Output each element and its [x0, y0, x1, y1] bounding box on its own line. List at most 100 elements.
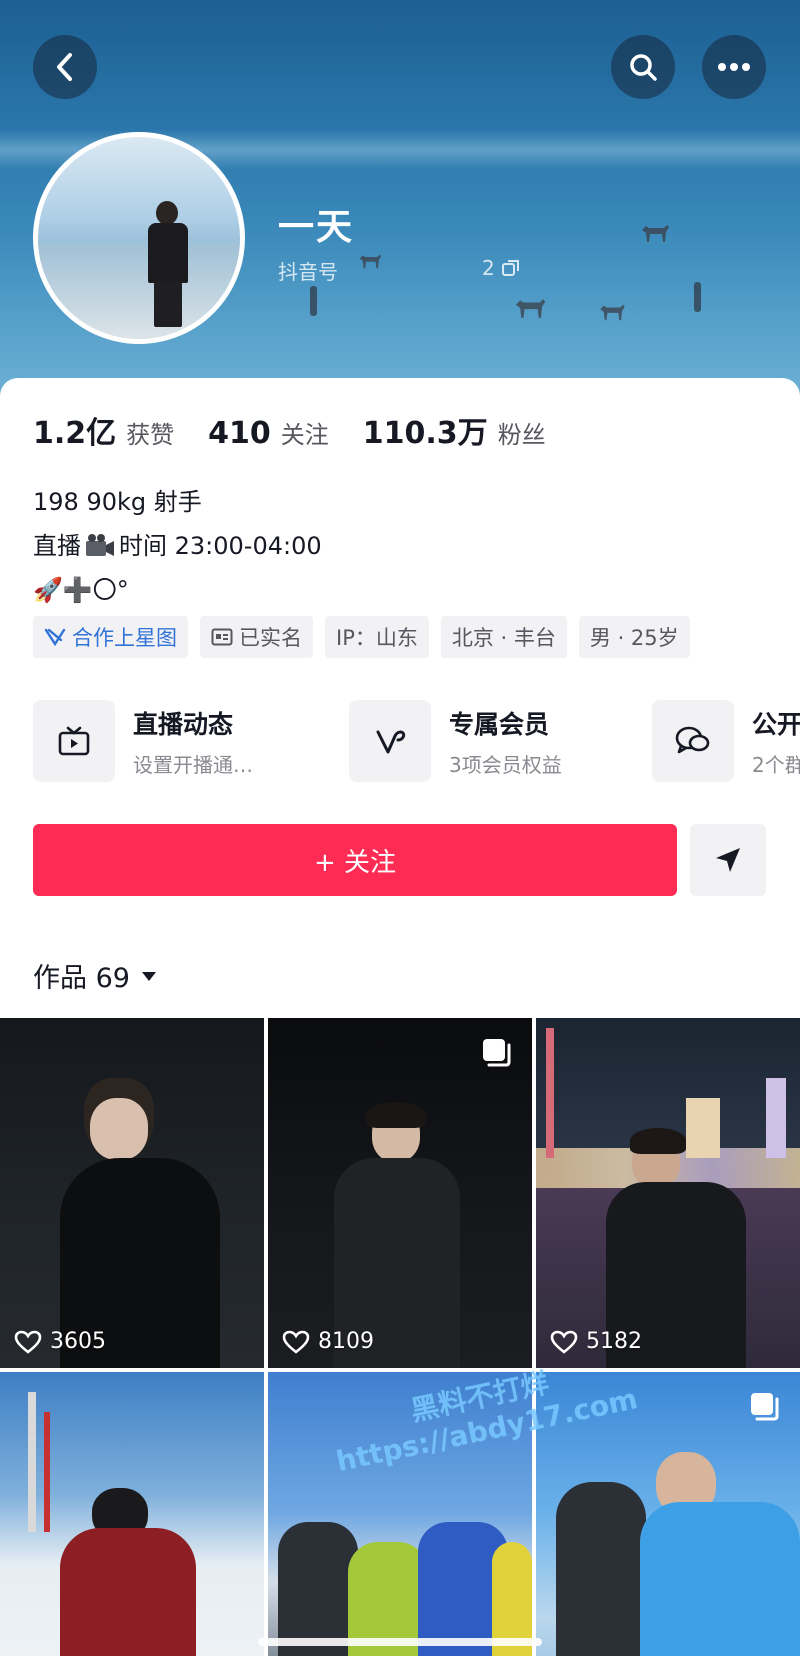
feature-live-updates-subtitle: 设置开播通… [133, 752, 253, 777]
id-card-icon [211, 628, 233, 646]
caret-down-icon [141, 971, 156, 981]
tile-subject [90, 1098, 148, 1160]
feature-membership-text: 专属会员 3项会员权益 [449, 705, 562, 778]
chat-icon [675, 726, 710, 754]
tile-subject [630, 1128, 686, 1154]
stat-following-value: 410 [208, 416, 271, 451]
person-silhouette [310, 286, 317, 316]
video-tile[interactable]: 5182 [536, 1018, 800, 1368]
feature-membership[interactable]: 专属会员 3项会员权益 [349, 700, 562, 782]
stat-followers[interactable]: 110.3万 粉丝 [363, 408, 546, 452]
avatar[interactable] [33, 132, 245, 344]
horse-silhouette [359, 254, 382, 269]
feature-groups-text: 公开 2个群 [752, 705, 800, 778]
video-tile[interactable]: 3605 [0, 1018, 264, 1368]
tab-works[interactable]: 作品 69 [33, 956, 158, 995]
stat-likes-label: 获赞 [126, 421, 175, 449]
feature-groups-title: 公开 [752, 709, 800, 739]
feature-live-updates-text: 直播动态 设置开播通… [133, 705, 253, 778]
profile-name: 一天 [278, 207, 355, 248]
star-map-icon [44, 628, 66, 647]
bio-line-2-suffix: 时间 23:00-04:00 [119, 532, 322, 560]
more-dots-icon [718, 63, 750, 71]
tile-tower [686, 1098, 720, 1158]
bio-line-2: 直播 时间 23:00-04:00 [33, 524, 322, 568]
video-tile[interactable]: 8109 [268, 1018, 532, 1368]
tag-star-map[interactable]: 合作上星图 [33, 616, 188, 658]
search-icon [630, 54, 657, 81]
follow-button[interactable]: + 关注 [33, 824, 677, 896]
avatar-person-legs [154, 281, 182, 327]
feature-live-updates-icon-box [33, 700, 115, 782]
follow-button-label: + 关注 [313, 847, 397, 878]
heart-icon [14, 1330, 42, 1354]
tag-verified[interactable]: 已实名 [200, 616, 313, 658]
avatar-person-body [148, 223, 188, 283]
stat-followers-label: 粉丝 [497, 421, 546, 449]
search-button[interactable] [611, 35, 675, 99]
chevron-left-icon [57, 53, 72, 81]
back-button[interactable] [33, 35, 97, 99]
tile-subject [556, 1482, 646, 1656]
bio-line-3: 🚀➕〇° [33, 576, 129, 604]
feature-groups-icon-box [652, 700, 734, 782]
id-count-value: 2 [482, 256, 495, 280]
v-icon [376, 730, 406, 754]
heart-icon [550, 1330, 578, 1354]
feature-groups[interactable]: 公开 2个群 [652, 700, 800, 782]
video-likes: 5182 [550, 1329, 642, 1354]
tile-tower [546, 1028, 554, 1158]
feature-groups-subtitle: 2个群 [752, 752, 800, 777]
tile-tower [766, 1078, 786, 1158]
feature-live-updates[interactable]: 直播动态 设置开播通… [33, 700, 253, 782]
stat-following[interactable]: 410 关注 [208, 415, 329, 451]
video-likes-count: 3605 [50, 1329, 106, 1354]
profile-tags: 合作上星图 已实名 IP：山东 北京 · 丰台 男 · 25岁 [33, 616, 690, 658]
tab-works-label: 作品 69 [33, 963, 130, 994]
tag-location: 北京 · 丰台 [440, 616, 567, 658]
video-likes: 8109 [282, 1329, 374, 1354]
more-button[interactable] [702, 35, 766, 99]
tag-verified-label: 已实名 [239, 626, 302, 650]
tag-star-map-label: 合作上星图 [72, 626, 177, 650]
horse-silhouette [642, 225, 669, 242]
video-camera-icon [86, 534, 114, 556]
video-likes-count: 8109 [318, 1329, 374, 1354]
stat-followers-value: 110.3万 [362, 416, 488, 451]
profile-bio: 198 90kg 射手 直播 时间 23:00-04:00 🚀➕〇° [33, 480, 322, 612]
douyin-id-label[interactable]: 抖音号 [278, 256, 338, 285]
tile-subject [278, 1522, 358, 1656]
multi-image-icon [483, 1039, 511, 1067]
feature-live-updates-title: 直播动态 [133, 709, 234, 739]
tile-lift-tower [44, 1412, 50, 1532]
multi-image-icon [751, 1393, 779, 1421]
tv-icon [58, 726, 90, 756]
horse-silhouette [600, 304, 625, 321]
tile-lift-tower [28, 1392, 36, 1532]
copy-icon [501, 260, 519, 276]
send-icon [716, 848, 740, 872]
feature-membership-title: 专属会员 [449, 709, 550, 739]
horse-silhouette [515, 299, 546, 318]
person-silhouette [694, 282, 701, 312]
bio-line-1: 198 90kg 射手 [33, 488, 202, 516]
tag-gender-age: 男 · 25岁 [578, 616, 690, 658]
video-likes: 3605 [14, 1329, 106, 1354]
tag-location-label: 北京 · 丰台 [451, 626, 556, 650]
stat-likes: 1.2亿 获赞 [33, 408, 174, 452]
tag-gender-age-label: 男 · 25岁 [589, 626, 679, 650]
share-button[interactable] [690, 824, 766, 896]
tag-ip-label: IP：山东 [336, 626, 418, 650]
home-indicator [258, 1638, 542, 1646]
tile-subject [640, 1502, 800, 1656]
stat-likes-value: 1.2亿 [33, 416, 117, 451]
tag-ip: IP：山东 [325, 616, 429, 658]
feature-membership-subtitle: 3项会员权益 [449, 752, 562, 777]
douyin-id-count[interactable]: 2 [482, 256, 521, 280]
avatar-person-head [156, 201, 178, 225]
feature-entries: 直播动态 设置开播通… 专属会员 3项会员权益 公开 2个群 [33, 700, 800, 784]
avatar-sea [38, 242, 240, 339]
video-tile[interactable] [0, 1372, 264, 1656]
profile-stats: 1.2亿 获赞 410 关注 110.3万 粉丝 [33, 408, 580, 452]
feature-membership-icon-box [349, 700, 431, 782]
